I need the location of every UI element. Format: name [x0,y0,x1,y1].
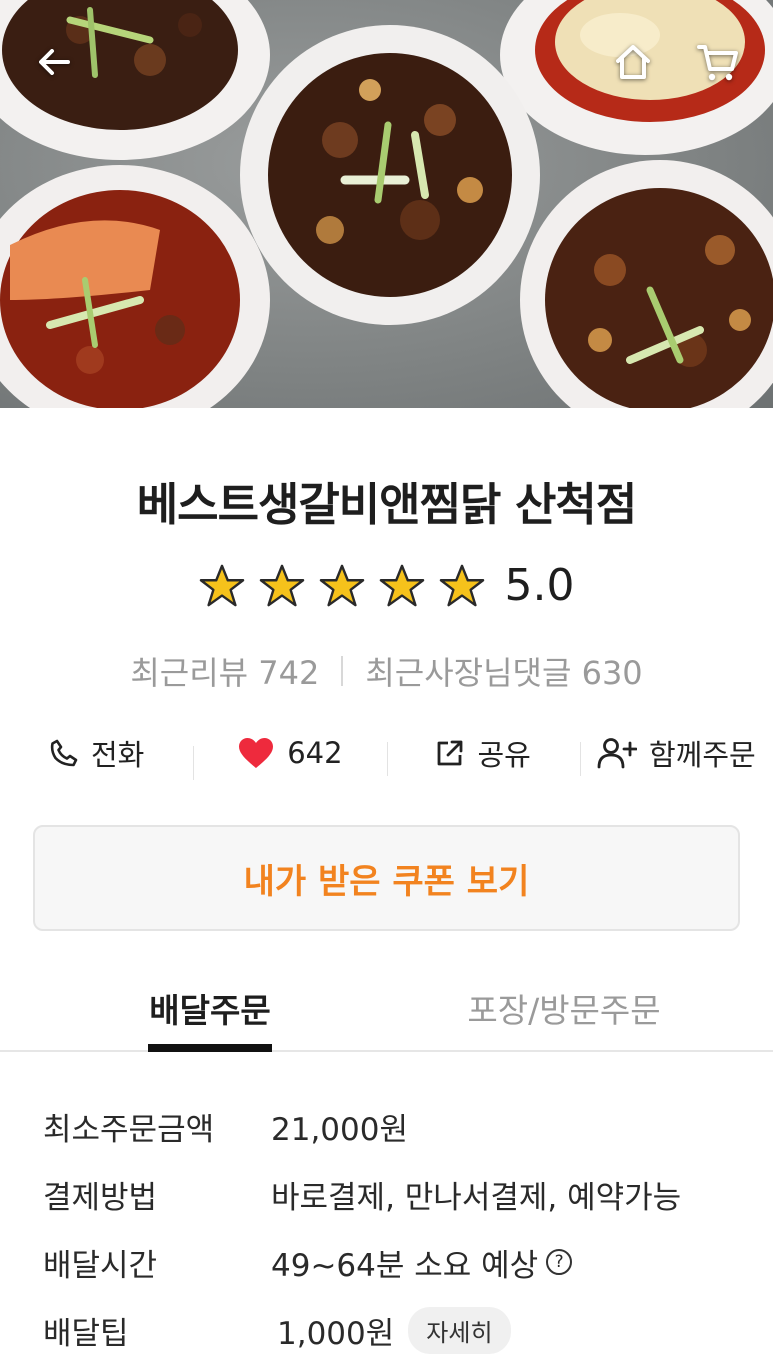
delivery-info: 최소주문금액 21,000원 결제방법 바로결제, 만나서결제, 예약가능 배달… [43,1092,743,1364]
delivery-time-value-wrap: 49~64분 소요 예상 ? [271,1240,573,1285]
back-arrow-icon [39,49,70,75]
like-button[interactable]: 642 [193,736,386,780]
store-hero-photo [0,0,773,408]
star-icon [319,564,364,606]
star-icon [259,564,304,606]
delivery-time-label: 배달시간 [43,1247,158,1284]
store-action-bar: 전화 642 공유 함께주문 [0,726,773,780]
min-order-label: 최소주문금액 [43,1111,215,1148]
cart-icon [697,45,738,81]
rating-value: 5.0 [504,560,575,611]
owner-replies-link[interactable]: 최근사장님댓글 630 [365,648,642,694]
info-row-payment: 결제방법 바로결제, 만나서결제, 예약가능 [43,1160,743,1228]
cart-button[interactable] [690,34,746,90]
info-row-delivery-time: 배달시간 49~64분 소요 예상 ? [43,1228,743,1296]
store-rating: 5.0 [0,560,773,611]
divider [341,656,344,686]
payment-value: 바로결제, 만나서결제, 예약가능 [271,1179,682,1216]
review-stats: 최근리뷰 742 최근사장님댓글 630 [0,648,773,694]
call-label: 전화 [90,738,145,772]
share-button[interactable]: 공유 [386,732,580,776]
info-row-min-order: 최소주문금액 21,000원 [43,1092,743,1160]
home-button[interactable] [605,34,661,90]
back-button[interactable] [26,34,82,90]
add-user-icon [597,738,637,769]
recent-reviews-link[interactable]: 최근리뷰 742 [130,648,319,694]
help-icon[interactable]: ? [546,1249,573,1275]
star-icon [439,564,484,606]
group-order-label: 함께주문 [649,738,756,772]
share-icon [438,740,463,766]
delivery-time-value: 49~64분 소요 예상 [271,1247,539,1284]
store-name: 베스트생갈비앤찜닭 산척점 [136,478,637,531]
star-icon [199,564,244,606]
home-icon [616,45,650,79]
info-row-delivery-tip: 배달팁 1,000원 자세히 [43,1296,743,1364]
call-button[interactable]: 전화 [0,732,193,774]
phone-icon [50,739,78,767]
payment-label: 결제방법 [43,1179,158,1216]
star-icon [379,564,424,606]
delivery-tip-value: 1,000원 [277,1315,395,1352]
delivery-tip-value-wrap: 1,000원 자세히 [271,1306,511,1354]
heart-icon [239,738,274,768]
delivery-tip-label: 배달팁 [43,1315,129,1352]
group-order-button[interactable]: 함께주문 [579,732,773,776]
tab-pickup[interactable]: 포장/방문주문 [462,970,666,1050]
like-count: 642 [287,736,343,770]
tab-delivery[interactable]: 배달주문 [148,970,272,1052]
order-type-tabs: 배달주문 포장/방문주문 [0,970,773,1052]
min-order-value: 21,000원 [271,1111,408,1148]
delivery-tip-detail-button[interactable]: 자세히 [408,1306,511,1354]
rating-stars [199,563,485,609]
share-label: 공유 [477,738,531,772]
my-coupons-button[interactable]: 내가 받은 쿠폰 보기 [33,825,740,931]
